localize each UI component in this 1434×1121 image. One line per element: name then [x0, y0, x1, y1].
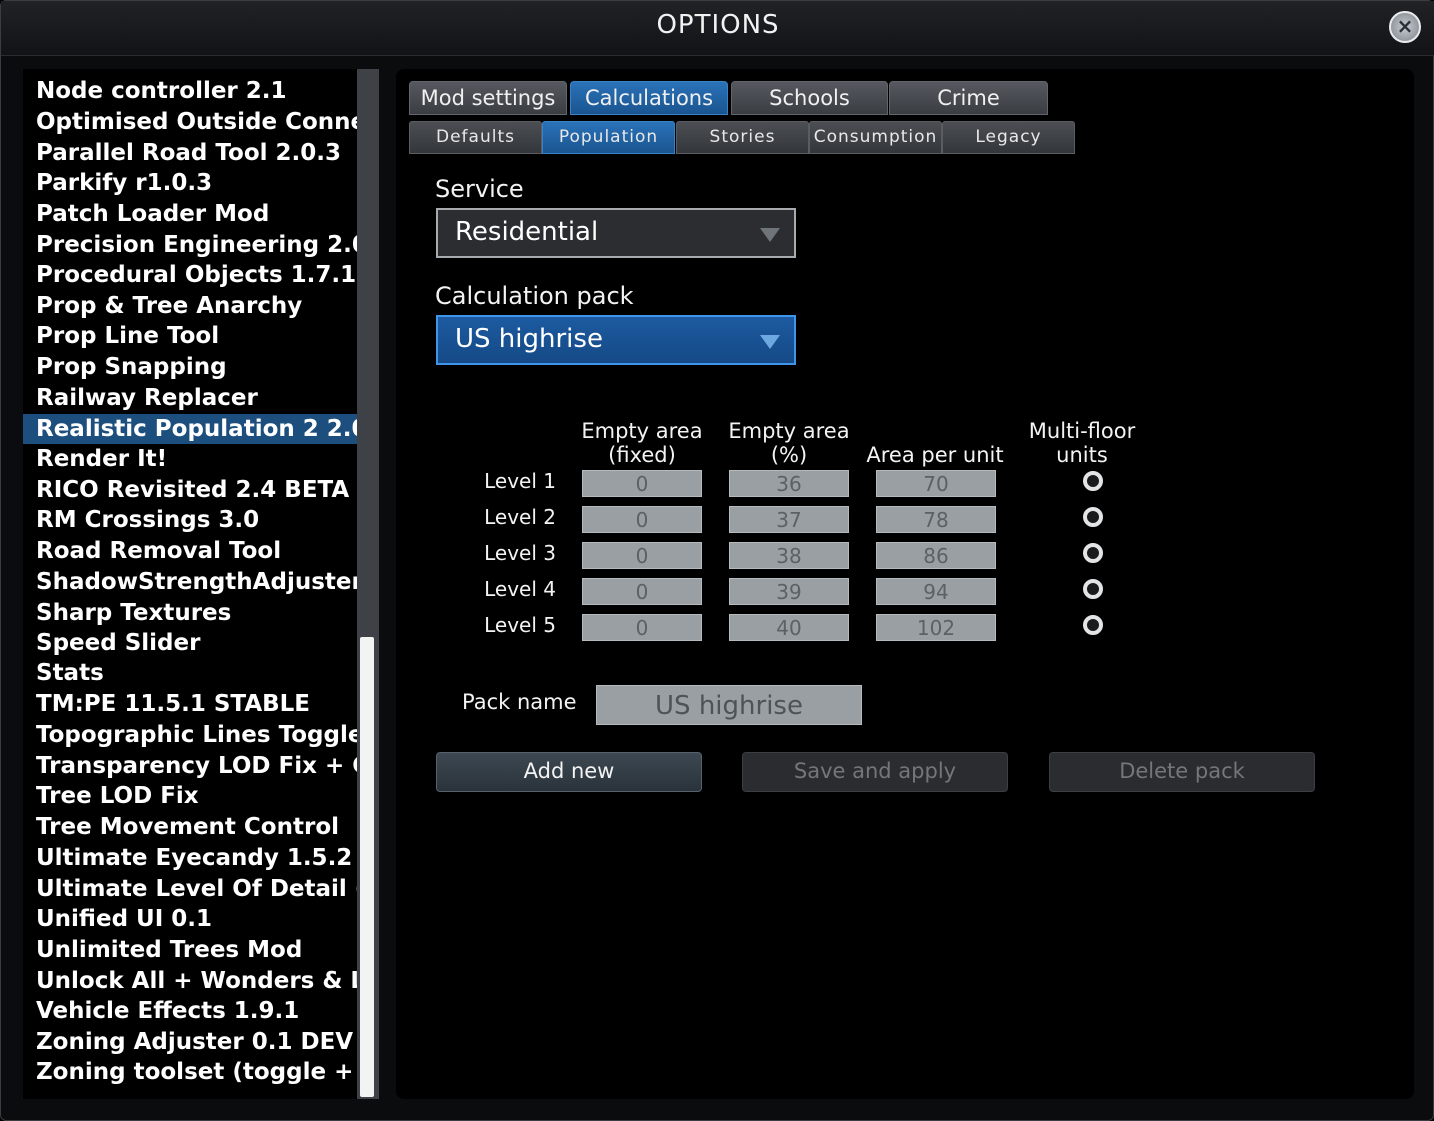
mod-list-item[interactable]: Topographic Lines Toggle	[23, 720, 357, 750]
mod-list-item[interactable]: Precision Engineering 2.0	[23, 230, 357, 260]
empty-area-fixed-input[interactable]: 0	[582, 542, 702, 569]
empty-area-pct-input[interactable]: 39	[729, 578, 849, 605]
tab-2[interactable]: Schools	[731, 81, 888, 115]
area-per-unit-input[interactable]: 102	[876, 614, 996, 641]
mod-list-item[interactable]: TM:PE 11.5.1 STABLE	[23, 689, 357, 719]
pack-name-label: Pack name	[462, 690, 577, 714]
save-and-apply-button[interactable]: Save and apply	[742, 752, 1008, 792]
mod-list-item[interactable]: Unlock All + Wonders & La	[23, 966, 357, 996]
service-label: Service	[435, 175, 524, 203]
mod-list-item[interactable]: Prop Line Tool	[23, 321, 357, 351]
mod-list-item[interactable]: Optimised Outside Connec	[23, 107, 357, 137]
tab-1[interactable]: Calculations	[570, 81, 728, 115]
mod-list-item[interactable]: Ultimate Level Of Detail (U	[23, 874, 357, 904]
mod-list-item[interactable]: Realistic Population 2 2.0 E	[23, 414, 357, 444]
mod-list-item[interactable]: Procedural Objects 1.7.1	[23, 260, 357, 290]
multi-floor-units-radio[interactable]	[1083, 507, 1103, 527]
close-icon[interactable]: ×	[1389, 11, 1421, 43]
mod-list-item[interactable]: Tree Movement Control	[23, 812, 357, 842]
mod-list-item[interactable]: RM Crossings 3.0	[23, 505, 357, 535]
mod-list-item[interactable]: Render It!	[23, 444, 357, 474]
col-header-empty-fixed: Empty area (fixed)	[581, 419, 703, 467]
mod-list-item[interactable]: Stats	[23, 658, 357, 688]
scrollbar-thumb[interactable]	[360, 637, 374, 1097]
calc-pack-dropdown[interactable]: US highrise	[436, 315, 796, 365]
col-header-multifloor: Multi-floor units	[1028, 419, 1136, 467]
mod-list-item[interactable]: Vehicle Effects 1.9.1	[23, 996, 357, 1026]
level-label: Level 1	[484, 469, 556, 493]
mod-list-item[interactable]: Unlimited Trees Mod	[23, 935, 357, 965]
mod-list-item[interactable]: Unified UI 0.1	[23, 904, 357, 934]
dropdown-arrow-icon	[760, 228, 780, 242]
mod-list-item[interactable]: Transparency LOD Fix + Cl	[23, 751, 357, 781]
area-per-unit-input[interactable]: 94	[876, 578, 996, 605]
subtab-2[interactable]: Stories	[676, 121, 809, 154]
service-dropdown[interactable]: Residential	[436, 208, 796, 258]
col-header-empty-pct: Empty area (%)	[728, 419, 850, 467]
mod-list-item[interactable]: Prop Snapping	[23, 352, 357, 382]
mod-list-item[interactable]: Ultimate Eyecandy 1.5.2	[23, 843, 357, 873]
multi-floor-units-radio[interactable]	[1083, 543, 1103, 563]
subtab-0[interactable]: Defaults	[409, 121, 542, 154]
level-label: Level 4	[484, 577, 556, 601]
empty-area-fixed-input[interactable]: 0	[582, 506, 702, 533]
empty-area-fixed-input[interactable]: 0	[582, 614, 702, 641]
level-label: Level 3	[484, 541, 556, 565]
window-title: OPTIONS	[656, 10, 780, 40]
mod-list-item[interactable]: Prop & Tree Anarchy	[23, 291, 357, 321]
calc-pack-dropdown-value: US highrise	[455, 324, 603, 354]
multi-floor-units-radio[interactable]	[1083, 471, 1103, 491]
mod-list-item[interactable]: Road Removal Tool	[23, 536, 357, 566]
dropdown-arrow-icon	[760, 335, 780, 349]
area-per-unit-input[interactable]: 70	[876, 470, 996, 497]
subtab-4[interactable]: Legacy	[942, 121, 1075, 154]
subtab-3[interactable]: Consumption	[809, 121, 942, 154]
mod-list-item[interactable]: Parkify r1.0.3	[23, 168, 357, 198]
mod-list-item[interactable]: Zoning toolset (toggle + up	[23, 1057, 357, 1087]
empty-area-pct-input[interactable]: 36	[729, 470, 849, 497]
tab-0[interactable]: Mod settings	[409, 81, 567, 115]
mod-list-item[interactable]: Patch Loader Mod	[23, 199, 357, 229]
multi-floor-units-radio[interactable]	[1083, 615, 1103, 635]
mod-list-item[interactable]: Speed Slider	[23, 628, 357, 658]
add-new-button[interactable]: Add new	[436, 752, 702, 792]
mod-list-item[interactable]: ShadowStrengthAdjuster	[23, 567, 357, 597]
mod-list-item[interactable]: Railway Replacer	[23, 383, 357, 413]
tab-3[interactable]: Crime	[889, 81, 1048, 115]
area-per-unit-input[interactable]: 78	[876, 506, 996, 533]
empty-area-pct-input[interactable]: 40	[729, 614, 849, 641]
mod-list-item[interactable]: Zoning Adjuster 0.1 DEV 1	[23, 1027, 357, 1057]
col-header-area-per-unit: Area per unit	[866, 443, 1004, 467]
mod-list-item[interactable]: Parallel Road Tool 2.0.3	[23, 138, 357, 168]
empty-area-pct-input[interactable]: 38	[729, 542, 849, 569]
multi-floor-units-radio[interactable]	[1083, 579, 1103, 599]
mod-list-item[interactable]: Node controller 2.1	[23, 76, 357, 106]
empty-area-fixed-input[interactable]: 0	[582, 578, 702, 605]
options-window: OPTIONS × Node controller 2.1 Optimised O…	[0, 0, 1434, 1121]
mod-list-item[interactable]: Sharp Textures	[23, 598, 357, 628]
area-per-unit-input[interactable]: 86	[876, 542, 996, 569]
mod-list-item[interactable]: RICO Revisited 2.4 BETA 1	[23, 475, 357, 505]
mod-list: Node controller 2.1 Optimised Outside Con…	[23, 69, 379, 1099]
subtab-1[interactable]: Population	[542, 121, 675, 154]
delete-pack-button[interactable]: Delete pack	[1049, 752, 1315, 792]
empty-area-pct-input[interactable]: 37	[729, 506, 849, 533]
title-bar[interactable]: OPTIONS ×	[1, 1, 1434, 56]
level-label: Level 2	[484, 505, 556, 529]
empty-area-fixed-input[interactable]: 0	[582, 470, 702, 497]
calc-pack-label: Calculation pack	[435, 282, 634, 310]
mod-list-item[interactable]: Tree LOD Fix	[23, 781, 357, 811]
level-label: Level 5	[484, 613, 556, 637]
pack-name-input[interactable]: US highrise	[596, 685, 862, 725]
mod-list-scrollbar[interactable]	[357, 69, 379, 1099]
service-dropdown-value: Residential	[455, 217, 599, 247]
